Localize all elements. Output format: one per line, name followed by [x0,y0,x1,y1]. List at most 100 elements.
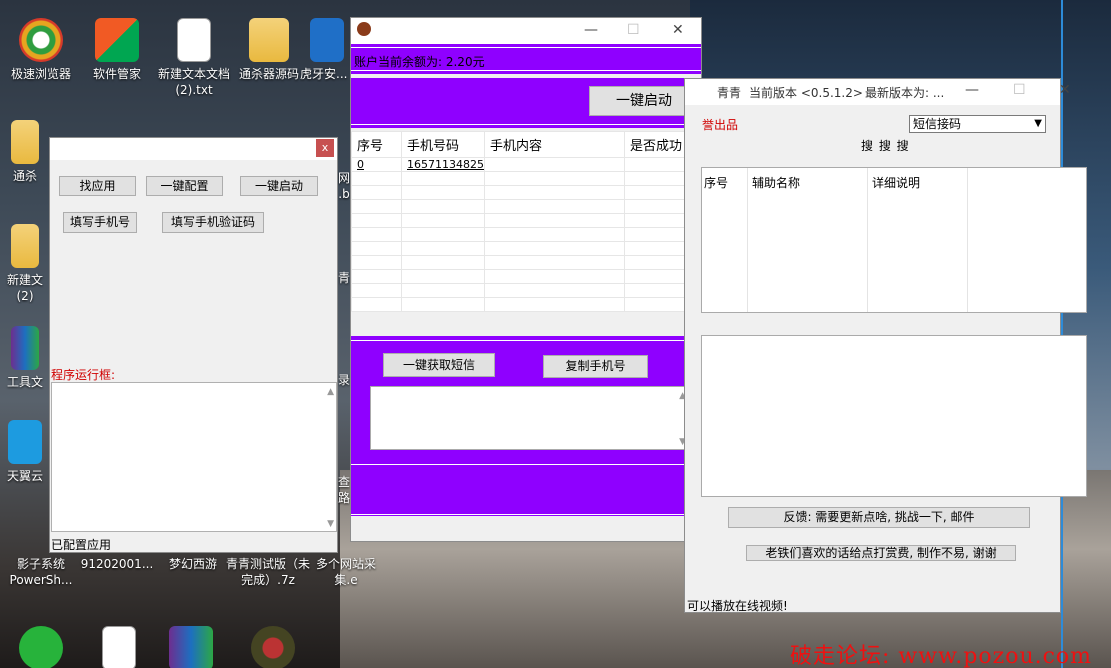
desktop-icon-label: 虎牙安... 气... [300,67,354,81]
table-row [351,269,702,284]
text-file-icon [177,18,211,62]
maximize-icon[interactable]: ☐ [1013,82,1026,98]
config-window: x 找应用 一键配置 一键启动 填写手机号 填写手机验证码 程序运行框: ▲ ▼… [49,137,338,553]
mode-select-value: 短信接码 [913,117,962,131]
col-header: 详细说明 [872,176,921,190]
desktop-icon-label: 多个网站采集.e [315,557,376,587]
desktop-icon-label: 通杀 [12,169,37,183]
desktop-icon-shadow-system[interactable]: 影子系统 PowerSh... [0,556,82,588]
desktop-icon-label: 梦幻西游 [168,557,217,571]
desktop-icon-text-file[interactable]: 新建文本文档 (2).txt [152,18,236,98]
fill-phone-button[interactable]: 填写手机号 [63,212,137,233]
huya-icon [310,18,344,62]
desktop-icon-folder-source[interactable]: 通杀器源码 [230,18,308,82]
desktop-icon-rar[interactable] [164,626,218,668]
col-header: 辅助名称 [752,176,801,190]
desktop-icon-label: 新建文本文档 (2).txt [157,67,230,97]
run-log-textarea[interactable]: ▲ ▼ [51,382,337,532]
run-box-label: 程序运行框: [51,368,116,382]
table-row [351,213,702,228]
chevron-down-icon: ▼ [1034,118,1042,129]
desktop-icon-label: 91202001... [80,557,154,571]
qingqing-window: 青青 当前版本 <0.5.1.2> 最新版本为: ... — ☐ ✕ 誉出品 短… [684,78,1087,613]
one-key-start-button[interactable]: 一键启动 [589,86,699,116]
desktop-icon-huya[interactable]: 虎牙安... 气... [300,18,354,82]
game-icon [251,626,295,668]
details-grid[interactable] [701,335,1087,497]
app-title: 青青 [717,86,742,100]
table-row [351,255,702,270]
desktop-icon-qingqing-7z[interactable]: 青青测试版（未完成）.7z [226,556,310,588]
col-header: 序号 [351,131,402,158]
close-icon[interactable]: ✕ [1059,82,1071,98]
tools-grid[interactable]: 序号 辅助名称 详细说明 [701,167,1087,313]
copy-phone-button[interactable]: 复制手机号 [543,355,648,378]
qingqing-titlebar: 青青 当前版本 <0.5.1.2> 最新版本为: ... — ☐ ✕ [685,79,1071,105]
results-table: 序号 手机号码 手机内容 是否成功 0 16571134825 [351,131,702,312]
desktop-icon-label: 天翼云 [6,469,43,483]
balance-text: 账户当前余额为: 2.20元 [354,55,485,69]
sms-window: — ☐ ✕ 账户当前余额为: 2.20元 一键启动 序号 手机号码 手机内容 是… [350,17,702,542]
table-row[interactable]: 0 16571134825 [351,157,702,172]
col-header: 手机内容 [483,131,625,158]
desktop-icon-label: 工具文 [6,375,43,389]
minimize-icon[interactable]: — [584,22,598,38]
wechat-icon [19,626,63,668]
desktop-icon-game[interactable] [246,626,300,668]
document-icon [102,626,136,668]
table-cell: 0 [351,157,402,172]
brand-text: 誉出品 [702,118,739,132]
table-header-row: 序号 手机号码 手机内容 是否成功 [351,131,702,158]
desktop-icon-tongsha[interactable]: 通杀 [2,120,48,184]
find-app-button[interactable]: 找应用 [59,176,136,196]
desktop-icon-9120[interactable]: 91202001... [78,556,156,572]
desktop-icon-new-folder[interactable]: 新建文 (2) [2,224,48,304]
version-text: 当前版本 <0.5.1.2> [749,86,863,100]
scroll-up-icon[interactable]: ▲ [327,387,334,397]
feedback-button[interactable]: 反馈: 需要更新点啥, 挑战一下, 邮件 [728,507,1030,528]
software-manager-icon [95,18,139,62]
desktop-icon-multi-site[interactable]: 多个网站采集.e [306,556,386,588]
one-key-config-button[interactable]: 一键配置 [146,176,223,196]
maximize-icon[interactable]: ☐ [627,22,640,38]
get-sms-button[interactable]: 一键获取短信 [383,353,495,377]
desktop-icon-doc[interactable] [92,626,146,668]
config-window-titlebar: x [50,138,337,160]
desktop-icon-wechat[interactable] [14,626,68,668]
mode-select[interactable]: 短信接码 ▼ [909,115,1046,133]
table-cell [483,157,625,172]
archive-icon [169,626,213,668]
cloud-icon [8,420,42,464]
sms-window-titlebar: — ☐ ✕ [351,18,701,44]
desktop-icon-mhxy[interactable]: 梦幻西游 [154,556,232,572]
close-button[interactable]: x [316,139,334,157]
minimize-icon[interactable]: — [965,82,979,98]
fill-code-button[interactable]: 填写手机验证码 [162,212,264,233]
status-text: 已配置应用 [51,538,112,552]
donate-button[interactable]: 老铁们喜欢的话给点打赏费, 制作不易, 谢谢 [746,545,1016,561]
desktop-icon-software-manager[interactable]: 软件管家 [78,18,156,82]
desktop-icon-tools[interactable]: 工具文 [2,326,48,390]
desktop-icon-tianyi-cloud[interactable]: 天翼云 [2,420,48,484]
desktop-icon-browser[interactable]: 极速浏览器 [2,18,80,82]
folder-icon [11,224,39,268]
divider [351,514,701,515]
divider [351,70,701,71]
table-row [351,297,702,312]
sms-content-textarea[interactable]: ▲ ▼ [370,386,690,450]
grid-line [867,168,868,312]
desktop-icon-label: 青青测试版（未完成）.7z [226,557,311,587]
search-label[interactable]: 搜 搜 搜 [861,137,910,154]
divider [351,124,701,125]
scroll-down-icon[interactable]: ▼ [327,519,334,529]
table-row [351,227,702,242]
close-icon[interactable]: ✕ [672,22,684,38]
col-header: 手机号码 [401,131,485,158]
one-key-start-button[interactable]: 一键启动 [240,176,318,196]
desktop-icon-label: 极速浏览器 [10,67,71,81]
desktop-icon-label: 新建文 (2) [6,273,43,303]
table-row [351,283,702,298]
status-text: 可以播放在线视频! [687,599,788,613]
divider [351,464,701,465]
latest-version-text: 最新版本为: ... [865,86,945,100]
